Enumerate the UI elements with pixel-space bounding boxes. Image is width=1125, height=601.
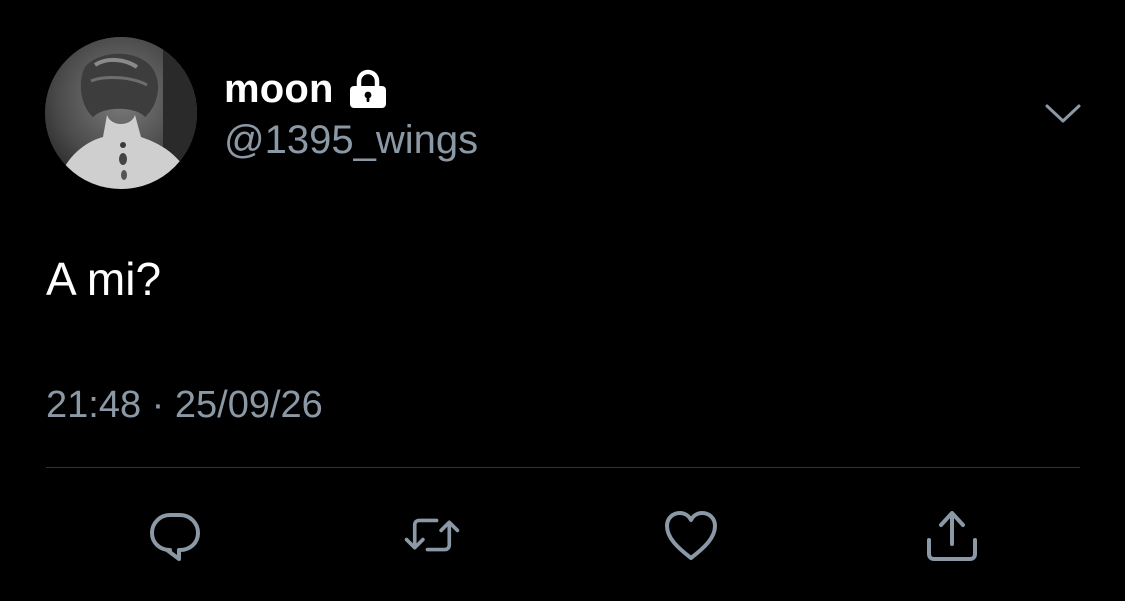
retweet-button[interactable]: [402, 505, 462, 565]
retweet-icon: [404, 518, 460, 552]
display-name-row: moon: [224, 64, 388, 114]
chevron-down-icon[interactable]: [1043, 96, 1083, 132]
lock-icon: [349, 69, 386, 108]
avatar-image: [45, 37, 197, 189]
like-button[interactable]: [661, 505, 721, 565]
tweet-timestamp[interactable]: 21:48 · 25/09/26: [46, 384, 323, 427]
share-button[interactable]: [922, 505, 982, 565]
reply-button[interactable]: [145, 505, 205, 565]
reply-icon: [150, 513, 200, 561]
share-icon: [927, 511, 977, 561]
tweet-text: A mi?: [46, 253, 162, 305]
avatar[interactable]: [45, 37, 197, 189]
heart-icon: [665, 511, 717, 560]
tweet-detail: moon @1395_wings A mi? 21:48 · 25/09/26: [0, 0, 1125, 601]
display-name[interactable]: moon: [224, 67, 334, 112]
user-handle[interactable]: @1395_wings: [224, 118, 478, 163]
divider: [46, 467, 1080, 468]
